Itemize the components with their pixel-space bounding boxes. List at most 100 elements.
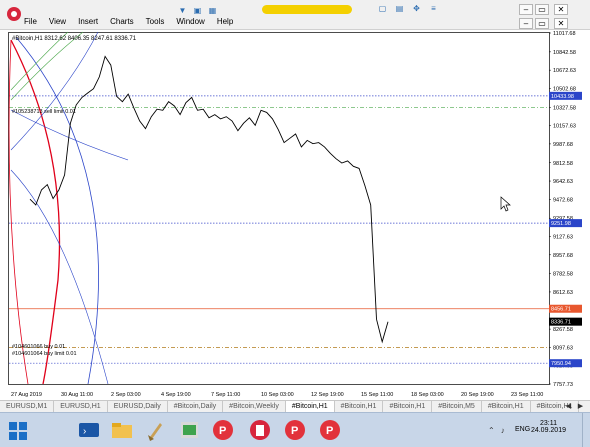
restore-icon[interactable]: ▭ [535, 4, 549, 15]
notification-chevron-icon[interactable]: ⌃ [488, 426, 495, 435]
chart-area[interactable]: 11017.68 10842.58 10672.63 10502.68 10327.58… [8, 30, 586, 400]
tab-bitcoin-h1-active[interactable]: #Bitcoin,H1 [285, 401, 335, 412]
price-badge-label: 8336.71 [551, 320, 571, 326]
tab-bitcoin-h1[interactable]: #Bitcoin,H1 [383, 401, 433, 412]
y-tick-label: 9987.68 [553, 142, 573, 148]
buy-limit-label: #104601064 buy limit 0.01 [12, 351, 77, 357]
price-badges: 10433.98 9251.98 8456.71 8336.71 7950.94 [549, 91, 582, 368]
chart-header: #Bitcoin,H1 8312.62 8406.35 8247.61 8336… [12, 36, 137, 42]
y-tick-label: 9812.58 [553, 161, 573, 167]
p-app-icon-2[interactable]: P [282, 417, 308, 443]
grid-icon[interactable]: ▦ [208, 6, 217, 15]
y-tick-label: 8267.58 [553, 327, 573, 333]
windows-start-icon[interactable] [9, 422, 27, 440]
menu-file[interactable]: File [24, 17, 37, 26]
x-tick-label: 15 Sep 11:00 [361, 392, 393, 398]
y-tick-label: 9642.63 [553, 179, 573, 185]
price-badge-label: 8456.71 [551, 307, 571, 313]
language-indicator[interactable]: ENG [515, 426, 530, 433]
menu-window[interactable]: Window [176, 17, 204, 26]
toolbar-icons: ▼ ▣ ▦ [178, 4, 217, 16]
x-tick-label: 7 Sep 11:00 [211, 392, 240, 398]
tab-eurusd-m1[interactable]: EURUSD,M1 [0, 401, 55, 412]
tab-eurusd-h1[interactable]: EURUSD,H1 [54, 401, 108, 412]
svg-text:P: P [291, 425, 298, 437]
x-tick-label: 23 Sep 11:00 [511, 392, 543, 398]
menu-tools[interactable]: Tools [146, 17, 165, 26]
tab-bitcoin-h1[interactable]: #Bitcoin,H1 [482, 401, 531, 412]
svg-text:P: P [326, 425, 333, 437]
price-badge-label: 7950.94 [551, 361, 571, 367]
window-small-icon[interactable]: ▢ [378, 4, 387, 13]
price-badge-label: 10433.98 [551, 94, 574, 100]
y-tick-label: 7757.73 [553, 382, 573, 388]
puzzle-app-icon[interactable] [177, 417, 203, 443]
chart-close-icon[interactable]: ✕ [554, 18, 568, 29]
svg-text:›: › [83, 426, 86, 437]
show-desktop-button[interactable] [582, 413, 590, 447]
arrow-down-icon[interactable]: ▼ [178, 6, 187, 15]
tab-bitcoin-daily[interactable]: #Bitcoin,Daily [168, 401, 224, 412]
y-tick-label: 9472.68 [553, 197, 573, 203]
clock-date: 24.09.2019 [530, 427, 566, 434]
y-tick-label: 9127.63 [553, 235, 573, 241]
window-icon[interactable]: ▣ [193, 6, 202, 15]
x-axis: 27 Aug 2019 30 Aug 11:00 2 Sep 03:00 4 Sep … [11, 392, 543, 398]
file-explorer-icon[interactable] [109, 417, 135, 443]
speaker-icon[interactable]: ♪ [501, 426, 505, 435]
chart-restore-icon[interactable]: ▭ [535, 18, 549, 29]
close-icon[interactable]: ✕ [554, 4, 568, 15]
tab-bitcoin-weekly[interactable]: #Bitcoin,Weekly [223, 401, 286, 412]
clock[interactable]: 23:11 24.09.2019 [531, 420, 566, 434]
menu-help[interactable]: Help [217, 17, 233, 26]
p-app-icon-1[interactable]: P [210, 417, 236, 443]
price-chart[interactable]: 11017.68 10842.58 10672.63 10502.68 10327.58… [8, 30, 586, 400]
x-tick-label: 12 Sep 19:00 [311, 392, 344, 398]
y-tick-label: 8097.63 [553, 345, 573, 351]
clock-time: 23:11 [539, 420, 557, 427]
plot-border [8, 32, 550, 385]
x-tick-label: 27 Aug 2019 [11, 392, 42, 398]
y-axis: 11017.68 10842.58 10672.63 10502.68 10327.58… [549, 31, 576, 388]
minimize-icon[interactable]: – [519, 4, 533, 15]
y-tick-label: 11017.68 [553, 31, 576, 37]
broom-app-icon[interactable] [142, 417, 168, 443]
arrows-icon[interactable]: ✥ [412, 4, 421, 13]
menu-insert[interactable]: Insert [78, 17, 98, 26]
x-tick-label: 18 Sep 03:00 [411, 392, 444, 398]
tab-bitcoin-m5[interactable]: #Bitcoin,M5 [432, 401, 482, 412]
tray-icons: ⌃ ♪ [488, 426, 505, 435]
p-app-icon-3[interactable]: P [317, 417, 343, 443]
y-tick-label: 8782.58 [553, 272, 573, 278]
tab-eurusd-daily[interactable]: EURUSD,Daily [108, 401, 168, 412]
toolbar-right-icons: ▢ ▤ ✥ ≡ [378, 4, 438, 13]
taskbar: › P P P ⌃ ♪ ENG 23:11 24.09.2019 [0, 412, 590, 447]
menu-charts[interactable]: Charts [110, 17, 134, 26]
x-tick-label: 2 Sep 03:00 [111, 392, 141, 398]
svg-text:P: P [219, 425, 226, 437]
chart-minimize-icon[interactable]: – [519, 18, 533, 29]
tab-scroll-left-icon[interactable]: ◀ [564, 401, 573, 412]
y-tick-label: 8612.63 [553, 290, 573, 296]
list-icon[interactable]: ≡ [429, 4, 438, 13]
x-tick-label: 20 Sep 19:00 [461, 392, 494, 398]
powershell-icon[interactable]: › [76, 417, 102, 443]
tab-scroll-right-icon[interactable]: ▶ [576, 401, 585, 412]
x-tick-label: 30 Aug 11:00 [61, 392, 93, 398]
redacted-highlight [262, 5, 352, 14]
buy-label: #104601066 buy 0.01 [12, 344, 65, 350]
tile-icon[interactable]: ▤ [395, 4, 404, 13]
x-tick-label: 10 Sep 03:00 [261, 392, 294, 398]
menu-view[interactable]: View [49, 17, 66, 26]
mt-app-icon[interactable] [247, 417, 273, 443]
x-tick-label: 4 Sep 19:00 [161, 392, 191, 398]
app-logo-icon[interactable] [7, 7, 21, 21]
y-tick-label: 10842.58 [553, 50, 576, 56]
title-menu-bar: File View Insert Charts Tools Window Hel… [0, 0, 590, 30]
y-tick-label: 8957.68 [553, 253, 573, 259]
main-menu: File View Insert Charts Tools Window Hel… [24, 17, 233, 26]
y-tick-label: 10672.63 [553, 68, 576, 74]
app-window: File View Insert Charts Tools Window Hel… [0, 0, 590, 447]
tab-bitcoin-h1[interactable]: #Bitcoin,H1 [335, 401, 384, 412]
y-tick-label: 10502.68 [553, 86, 576, 92]
